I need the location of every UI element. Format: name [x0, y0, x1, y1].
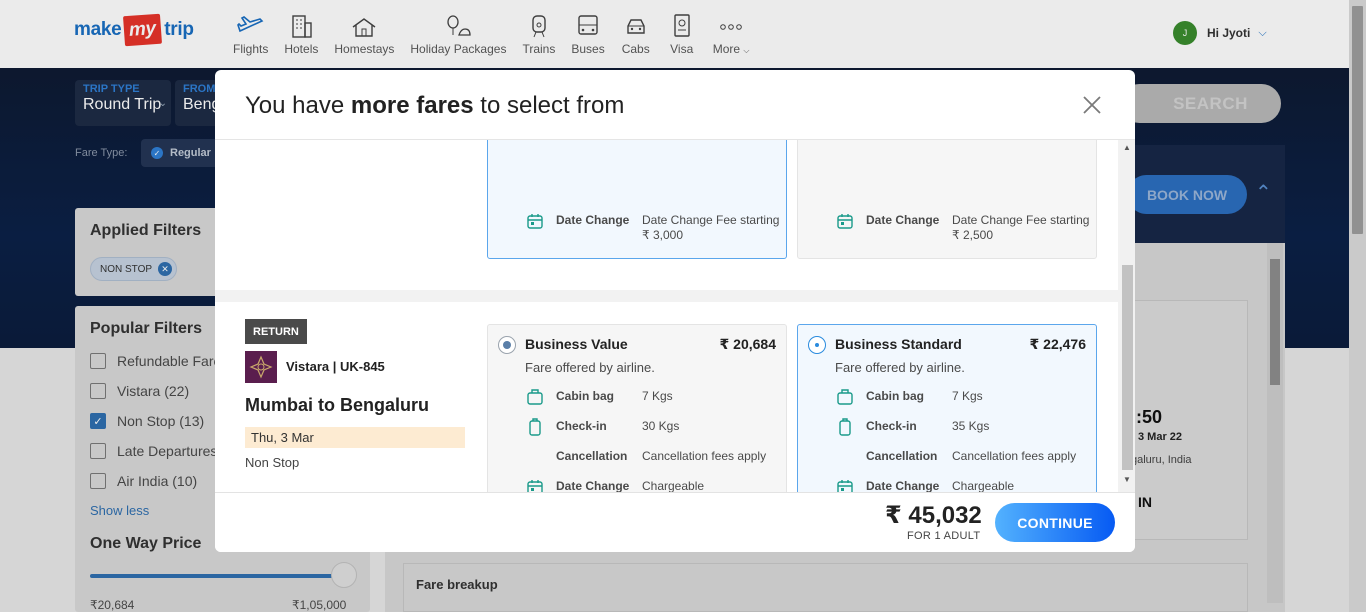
- fare-row-cancellation: Cancellation Cancellation fees apply: [525, 449, 766, 467]
- fare-price: ₹ 20,684: [719, 336, 776, 352]
- fare-row-value: 35 Kgs: [952, 419, 990, 433]
- value-line: Date Change Fee starting: [952, 213, 1090, 227]
- fare-price: ₹ 22,476: [1029, 336, 1086, 352]
- continue-button[interactable]: CONTINUE: [995, 503, 1115, 542]
- fare-offer: Fare offered by airline.: [835, 360, 965, 375]
- cabin-bag-icon: [527, 389, 543, 405]
- fare-row-key: Date Change: [556, 479, 630, 492]
- stops-label: Non Stop: [245, 455, 300, 470]
- fare-row-key: Cancellation: [556, 449, 628, 463]
- fare-row-key: Cabin bag: [556, 389, 615, 403]
- total-price: ₹ 45,032: [885, 502, 982, 529]
- fare-row-value: Cancellation fees apply: [642, 449, 767, 463]
- fare-offer: Fare offered by airline.: [525, 360, 655, 375]
- calendar-icon: [837, 480, 853, 492]
- fare-row-key: Check-in: [866, 419, 917, 433]
- travel-date: Thu, 3 Mar: [245, 427, 465, 448]
- fare-row-date-change: Date Change Date Change Fee starting ₹ 3,…: [525, 213, 779, 243]
- fare-row-key: Cabin bag: [866, 389, 925, 403]
- fare-name: Business Value: [525, 336, 628, 352]
- fare-row-key: Date Change: [866, 479, 940, 492]
- fare-row-cabin-bag: Cabin bag 7 Kgs: [525, 389, 673, 407]
- fare-row-key: Cancellation: [866, 449, 938, 463]
- fare-row-check-in: Check-in 30 Kgs: [525, 418, 680, 437]
- fare-row-value: 30 Kgs: [642, 419, 680, 433]
- modal-body: Date Change Date Change Fee starting ₹ 3,…: [215, 140, 1120, 492]
- calendar-icon: [527, 480, 543, 492]
- vistara-logo: [245, 351, 277, 383]
- modal-scrollbar[interactable]: ▲ ▼: [1120, 140, 1135, 492]
- calendar-icon: [837, 214, 853, 229]
- return-section: RETURN Vistara | UK-845 Mumbai to Bengal…: [215, 302, 1118, 492]
- fare-card-business-value[interactable]: Business Value ₹ 20,684 Fare offered by …: [487, 324, 787, 492]
- fare-row-check-in: Check-in 35 Kgs: [835, 418, 990, 437]
- check-in-bag-icon: [529, 418, 541, 436]
- value-line: Date Change Fee starting: [642, 213, 780, 227]
- value-line: ₹ 3,000: [642, 228, 683, 242]
- fare-row-date-change: Date Change Chargeable: [835, 479, 1014, 492]
- close-icon[interactable]: [1081, 94, 1103, 116]
- more-fares-modal: You have more fares to select from Date …: [215, 70, 1135, 552]
- cancellation-icon: [525, 447, 545, 467]
- title-suffix: to select from: [473, 92, 625, 119]
- calendar-icon: [527, 214, 543, 229]
- fare-row-value: Date Change Fee starting ₹ 3,000: [642, 213, 779, 243]
- modal-footer: ₹ 45,032 FOR 1 ADULT CONTINUE: [215, 492, 1135, 552]
- fare-card-onward-1[interactable]: Date Change Date Change Fee starting ₹ 3,…: [487, 140, 787, 259]
- fare-row-key: Check-in: [556, 419, 607, 433]
- modal-header: You have more fares to select from: [215, 70, 1135, 140]
- scroll-up-arrow-icon[interactable]: ▲: [1123, 143, 1131, 152]
- price-per-label: FOR 1 ADULT: [907, 530, 981, 542]
- route-title: Mumbai to Bengaluru: [245, 395, 429, 415]
- modal-title: You have more fares to select from: [245, 92, 624, 120]
- scroll-down-arrow-icon[interactable]: ▼: [1123, 475, 1131, 484]
- onward-section: Date Change Date Change Fee starting ₹ 3,…: [215, 140, 1118, 290]
- fare-row-value: 7 Kgs: [952, 389, 983, 403]
- fare-row-value: 7 Kgs: [642, 389, 673, 403]
- fare-row-value: Date Change Fee starting ₹ 2,500: [952, 213, 1089, 243]
- check-in-bag-icon: [839, 418, 851, 436]
- fare-card-business-standard[interactable]: Business Standard ₹ 22,476 Fare offered …: [797, 324, 1097, 492]
- fare-row-cancellation: Cancellation Cancellation fees apply: [835, 449, 1076, 467]
- cancellation-icon: [835, 447, 855, 467]
- radio-dot: [815, 343, 819, 347]
- fare-row-date-change: Date Change Date Change Fee starting ₹ 2,…: [835, 213, 1089, 243]
- fare-row-key: Date Change: [866, 213, 940, 227]
- fare-radio-selected[interactable]: [498, 336, 516, 354]
- fare-name: Business Standard: [835, 336, 962, 352]
- fare-row-value: Chargeable: [952, 479, 1015, 492]
- fare-row-cabin-bag: Cabin bag 7 Kgs: [835, 389, 983, 407]
- return-badge: RETURN: [245, 319, 307, 344]
- fare-radio[interactable]: [808, 336, 826, 354]
- title-bold: more fares: [350, 92, 474, 119]
- cabin-bag-icon: [837, 389, 853, 405]
- radio-dot: [503, 341, 511, 349]
- fare-card-onward-2[interactable]: Date Change Date Change Fee starting ₹ 2,…: [797, 140, 1097, 259]
- fare-row-value: Cancellation fees apply: [952, 449, 1077, 463]
- fare-row-key: Date Change: [556, 213, 630, 227]
- vistara-emblem-icon: [249, 355, 273, 379]
- fare-row-date-change: Date Change Chargeable: [525, 479, 704, 492]
- value-line: ₹ 2,500: [952, 228, 993, 242]
- title-prefix: You have: [245, 92, 351, 119]
- airline-name: Vistara | UK-845: [286, 359, 385, 374]
- scrollbar-thumb[interactable]: [1122, 265, 1133, 470]
- fare-row-value: Chargeable: [642, 479, 705, 492]
